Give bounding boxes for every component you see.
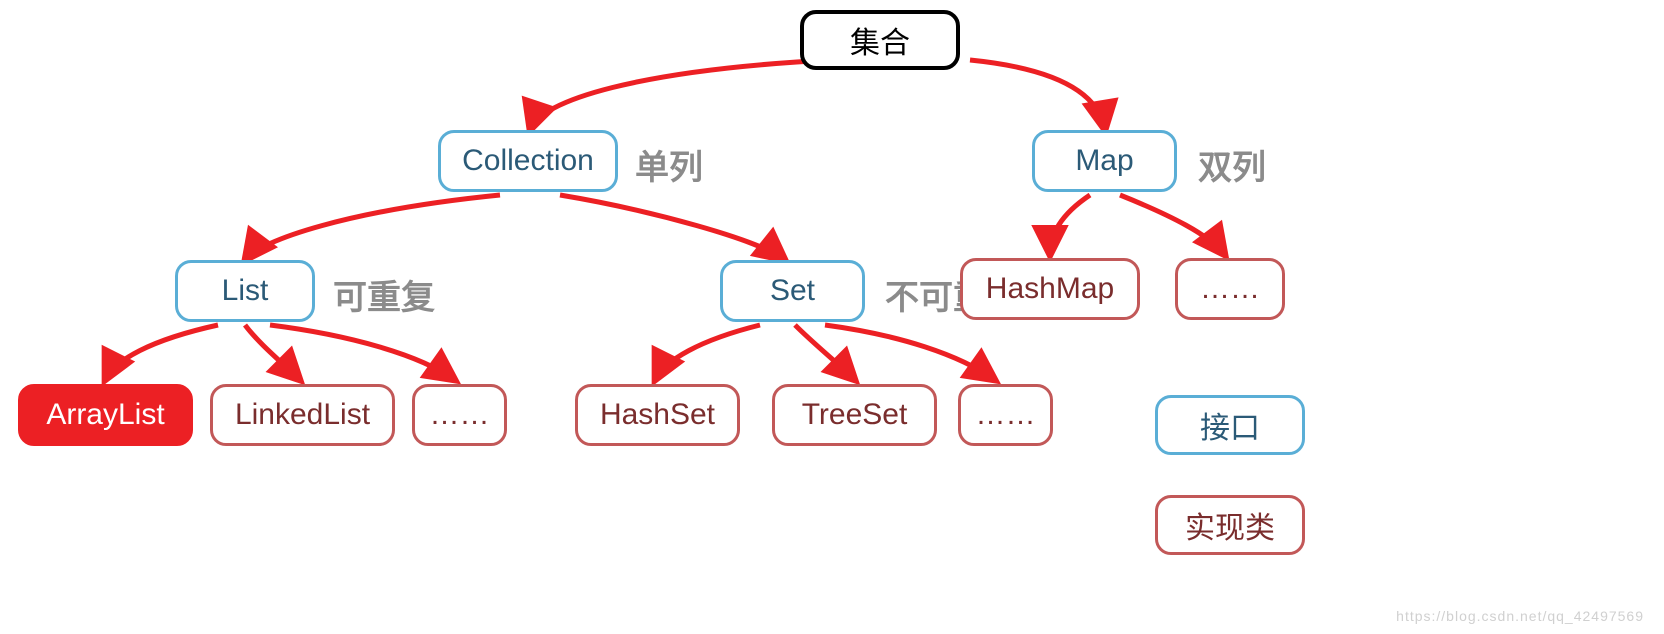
legend-interface: 接口 [1155, 395, 1305, 455]
node-map: Map [1032, 130, 1177, 192]
node-set: Set [720, 260, 865, 322]
node-collection: Collection [438, 130, 618, 192]
node-arraylist-label: ArrayList [46, 398, 164, 432]
legend-implementation-label: 实现类 [1185, 503, 1275, 547]
legend-implementation: 实现类 [1155, 495, 1305, 555]
node-list-more: …… [412, 384, 507, 446]
node-arraylist: ArrayList [18, 384, 193, 446]
node-set-more-label: …… [976, 398, 1036, 432]
diagram-stage: 集合 Collection 单列 Map 双列 List 可重复 Set 不可重… [0, 0, 1664, 634]
node-treeset: TreeSet [772, 384, 937, 446]
node-linkedlist: LinkedList [210, 384, 395, 446]
node-list-label: List [222, 274, 269, 308]
node-list-more-label: …… [430, 398, 490, 432]
node-hashset: HashSet [575, 384, 740, 446]
node-list: List [175, 260, 315, 322]
node-map-label: Map [1075, 144, 1133, 178]
note-collection: 单列 [635, 140, 703, 189]
node-set-label: Set [770, 274, 815, 308]
node-hashmap-label: HashMap [986, 272, 1114, 306]
node-root-label: 集合 [850, 18, 910, 62]
watermark: https://blog.csdn.net/qq_42497569 [1396, 608, 1644, 624]
node-hashset-label: HashSet [600, 398, 715, 432]
node-hashmap: HashMap [960, 258, 1140, 320]
note-map: 双列 [1198, 140, 1266, 189]
node-linkedlist-label: LinkedList [235, 398, 370, 432]
legend-interface-label: 接口 [1200, 403, 1260, 447]
node-set-more: …… [958, 384, 1053, 446]
node-map-more-label: …… [1200, 272, 1260, 306]
note-list: 可重复 [333, 270, 435, 319]
node-root: 集合 [800, 10, 960, 70]
node-treeset-label: TreeSet [802, 398, 908, 432]
node-collection-label: Collection [462, 144, 594, 178]
node-map-more: …… [1175, 258, 1285, 320]
